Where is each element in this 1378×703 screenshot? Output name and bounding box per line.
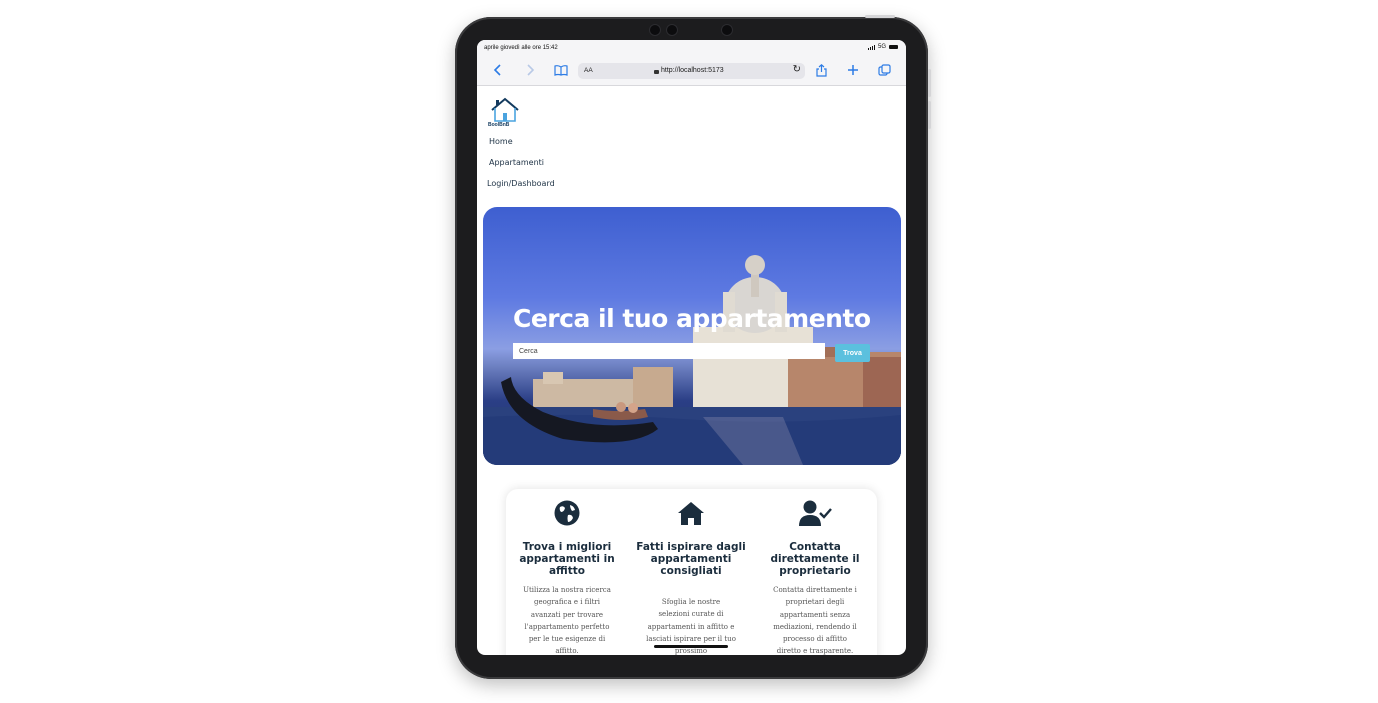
feature-text: Contatta direttamente i proprietari degl… xyxy=(773,586,857,655)
features-card: Trova i migliori appartamenti in affitto… xyxy=(506,489,877,655)
camera-icon xyxy=(721,24,733,36)
camera-icon xyxy=(666,24,678,36)
status-indicators: 5G xyxy=(867,44,898,50)
signal-icon xyxy=(867,44,875,50)
tabs-icon[interactable] xyxy=(876,62,892,78)
book-icon[interactable] xyxy=(553,62,569,78)
hero-title: Cerca il tuo appartamento xyxy=(513,304,871,333)
hero-section: Cerca il tuo appartamento Trova xyxy=(483,207,901,465)
volume-button xyxy=(928,101,931,129)
plus-icon[interactable] xyxy=(845,62,861,78)
lock-icon xyxy=(654,69,659,74)
user-check-icon xyxy=(799,500,832,526)
url-display[interactable]: http://localhost:5173 xyxy=(654,67,724,74)
feature-title: Trova i migliori appartamenti in affitto xyxy=(519,541,615,577)
browser-toolbar: AA http://localhost:5173 ↻ xyxy=(477,57,906,86)
home-indicator[interactable] xyxy=(654,645,728,648)
brand-name: BoolBnB xyxy=(488,122,510,128)
feature-text: Utilizza la nostra ricerca geografica e … xyxy=(523,586,611,655)
house-logo-icon xyxy=(491,97,519,122)
chevron-right-icon[interactable] xyxy=(522,62,538,78)
reader-aa-button[interactable]: AA xyxy=(584,67,593,74)
feature-title: Contatta direttamente il proprietario xyxy=(770,541,860,577)
chevron-left-icon[interactable] xyxy=(490,62,506,78)
nav-login-link[interactable]: Login/Dashboard xyxy=(487,179,555,188)
venice-background-image xyxy=(483,255,901,465)
top-button xyxy=(865,15,895,18)
feature-title: Fatti ispirare dagli appartamenti consig… xyxy=(636,541,746,577)
camera-icon xyxy=(649,24,661,36)
screen: aprile giovedì alle ore 15:42 5G AA http… xyxy=(477,40,906,655)
house-icon xyxy=(678,502,704,525)
tablet-frame: aprile giovedì alle ore 15:42 5G AA http… xyxy=(455,15,931,679)
address-bar[interactable]: AA http://localhost:5173 ↻ xyxy=(578,63,805,79)
nav-apartments-link[interactable]: Appartamenti xyxy=(489,158,544,167)
globe-icon xyxy=(554,500,580,526)
battery-icon xyxy=(889,45,898,49)
reload-icon[interactable]: ↻ xyxy=(793,64,801,75)
nav-home-link[interactable]: Home xyxy=(489,137,513,146)
share-icon[interactable] xyxy=(813,62,829,78)
status-time: aprile giovedì alle ore 15:42 xyxy=(484,45,558,51)
network-label: 5G xyxy=(877,44,886,50)
volume-button xyxy=(928,69,931,97)
status-bar: aprile giovedì alle ore 15:42 5G xyxy=(477,40,906,57)
search-input[interactable] xyxy=(513,343,825,359)
url-text: http://localhost:5173 xyxy=(661,67,724,74)
search-button[interactable]: Trova xyxy=(835,344,870,362)
